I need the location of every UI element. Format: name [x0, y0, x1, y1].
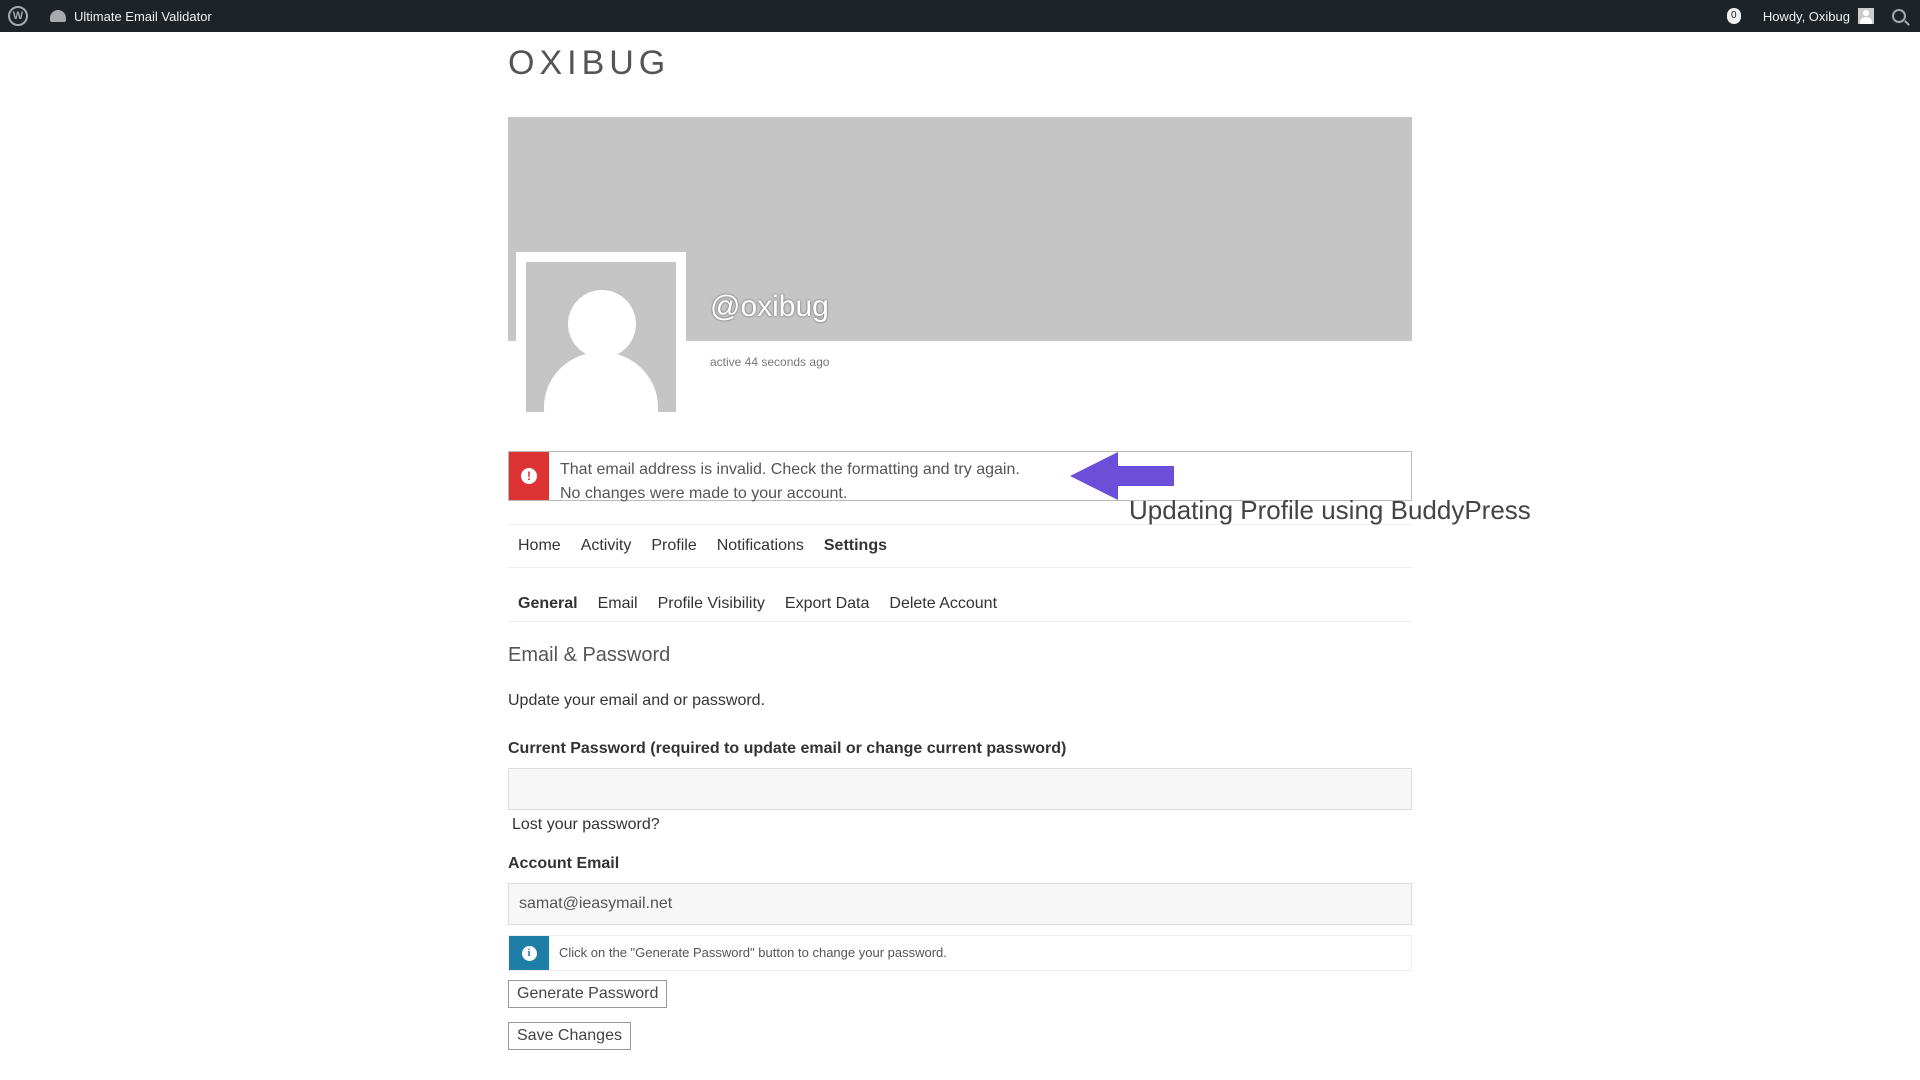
nav-item-settings[interactable]: Settings [824, 537, 887, 555]
generate-password-button[interactable]: Generate Password [508, 980, 668, 1008]
info-message: Click on the "Generate Password" button … [559, 945, 947, 960]
site-title[interactable]: OXIBUG [508, 44, 670, 83]
admin-bar-greeting[interactable]: Howdy, Oxibug [1763, 9, 1850, 24]
admin-bar: W Ultimate Email Validator 0 Howdy, Oxib… [0, 0, 1920, 32]
profile-handle: @oxibug [710, 290, 829, 323]
subnav-item-delete-account[interactable]: Delete Account [889, 595, 997, 613]
current-password-input[interactable] [508, 768, 1412, 810]
settings-subnav: General Email Profile Visibility Export … [508, 587, 1412, 622]
notification-count-badge[interactable]: 0 [1726, 8, 1741, 24]
default-avatar-icon [526, 262, 676, 412]
nav-item-activity[interactable]: Activity [581, 537, 632, 555]
info-icon: i [509, 936, 549, 970]
current-password-label: Current Password (required to update ema… [508, 740, 1067, 757]
profile-nav: Home Activity Profile Notifications Sett… [508, 524, 1412, 568]
subnav-item-general[interactable]: General [518, 595, 578, 613]
section-title: Email & Password [508, 644, 671, 666]
dashboard-icon [50, 10, 66, 22]
subnav-item-profile-visibility[interactable]: Profile Visibility [658, 595, 765, 613]
error-icon: ! [509, 452, 549, 500]
annotation-label: Updating Profile using BuddyPress [1129, 495, 1531, 525]
section-intro: Update your email and or password. [508, 692, 766, 709]
subnav-item-email[interactable]: Email [598, 595, 638, 613]
error-message-line-1: That email address is invalid. Check the… [560, 461, 1020, 478]
nav-item-notifications[interactable]: Notifications [717, 537, 804, 555]
user-avatar-icon[interactable] [1858, 8, 1874, 24]
last-active-text: active 44 seconds ago [710, 355, 830, 369]
lost-password-link[interactable]: Lost your password? [512, 816, 660, 834]
info-notice: i Click on the "Generate Password" butto… [508, 935, 1412, 971]
annotation-arrow-icon [1070, 452, 1174, 500]
search-icon[interactable] [1892, 9, 1906, 23]
admin-bar-site-link[interactable]: Ultimate Email Validator [50, 9, 212, 24]
profile-avatar[interactable] [516, 252, 686, 422]
account-email-label: Account Email [508, 855, 620, 872]
nav-item-home[interactable]: Home [518, 537, 561, 555]
save-changes-button[interactable]: Save Changes [508, 1022, 631, 1050]
nav-item-profile[interactable]: Profile [651, 537, 696, 555]
error-notice: ! That email address is invalid. Check t… [508, 451, 1412, 502]
subnav-item-export-data[interactable]: Export Data [785, 595, 869, 613]
admin-bar-site-name: Ultimate Email Validator [74, 8, 212, 24]
wordpress-logo-icon[interactable]: W [8, 6, 28, 26]
error-message-line-2: No changes were made to your account. [560, 485, 848, 502]
account-email-input[interactable] [508, 883, 1412, 925]
